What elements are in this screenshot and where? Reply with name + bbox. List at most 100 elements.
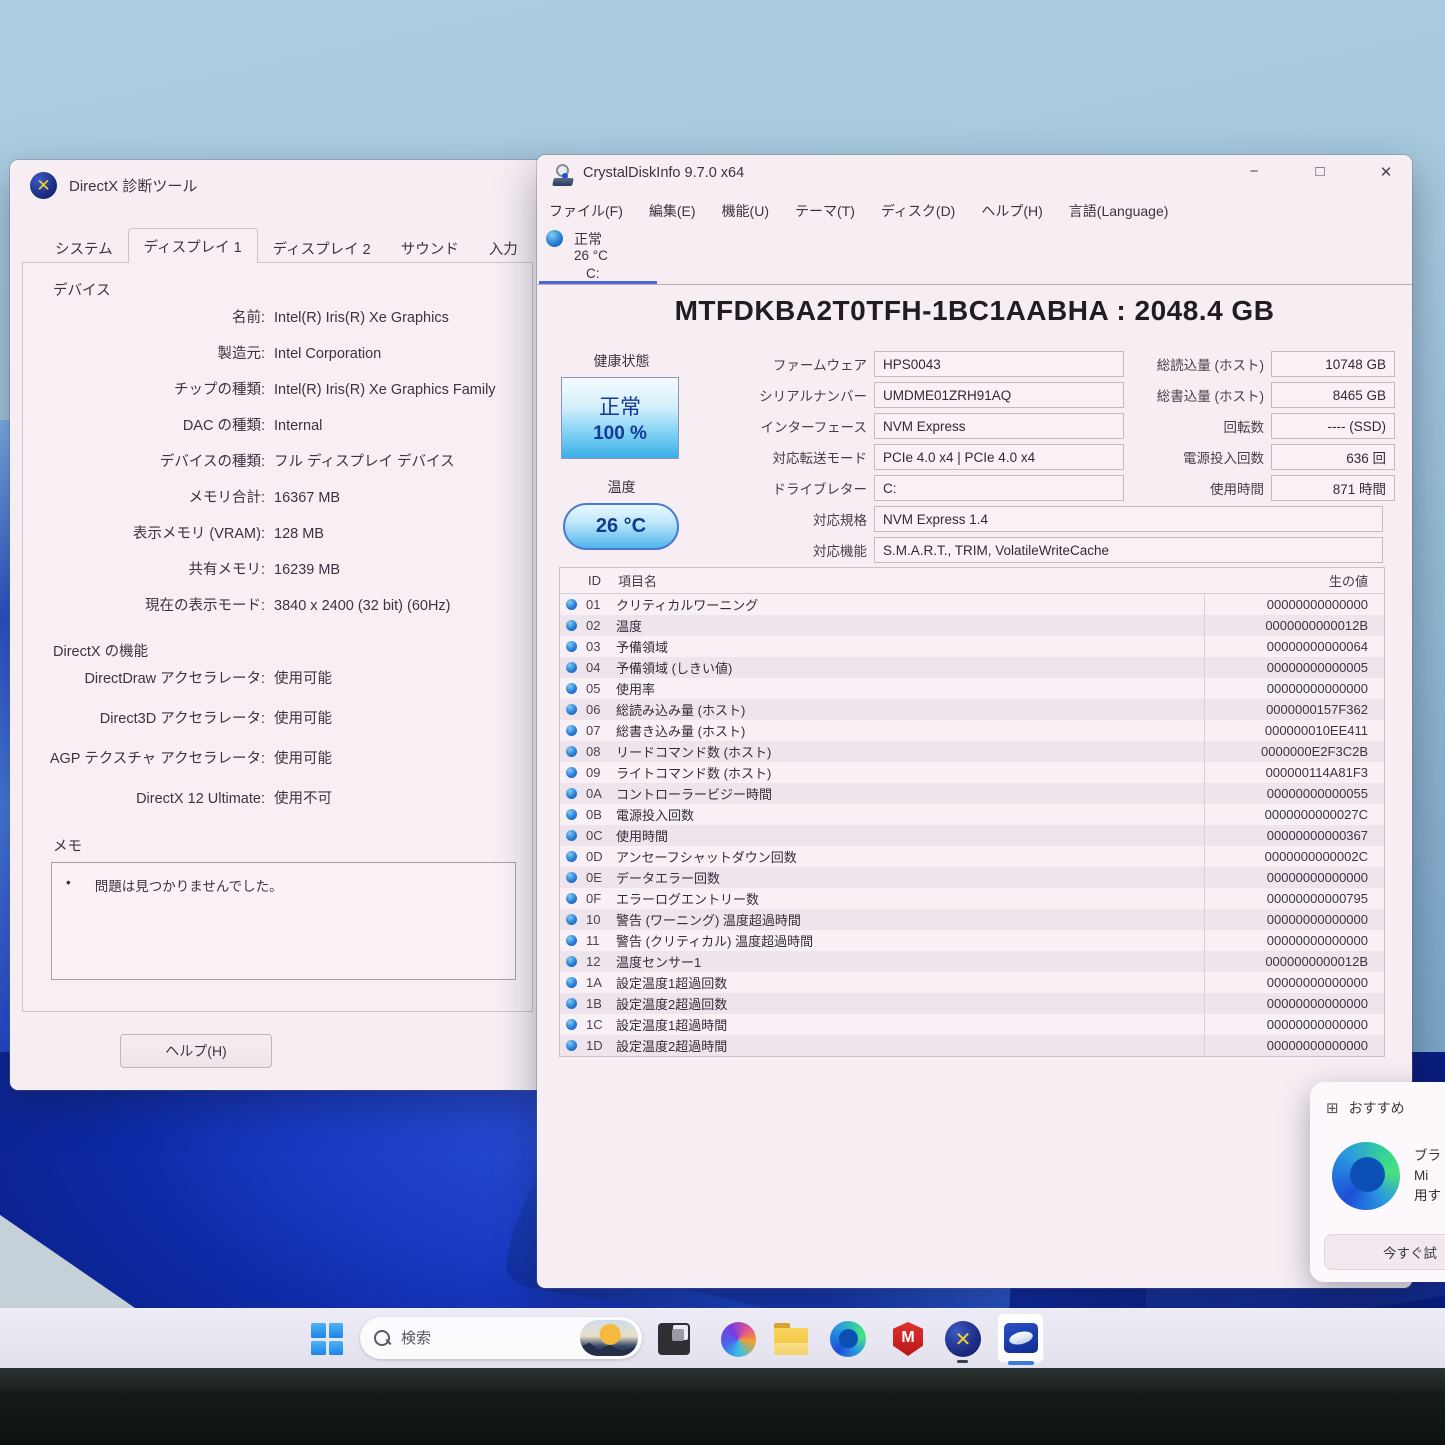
crystaldiskinfo-taskbar-button[interactable] (997, 1313, 1044, 1363)
search-highlight-thumbnail[interactable] (580, 1320, 638, 1356)
disk-model-title: MTFDKBA2T0TFH-1BC1AABHA : 2048.4 GB (537, 295, 1412, 327)
feature-field-row: AGP テクスチャ アクセラレータ: 使用可能 (23, 749, 532, 769)
header-name: 項目名 (618, 571, 1204, 590)
smart-attribute-row: 03 予備領域 00000000000064 (560, 636, 1384, 657)
feature-field-row: DirectDraw アクセラレータ: 使用可能 (23, 669, 532, 689)
device-group-title: デバイス (53, 279, 532, 300)
attribute-status-dot-icon (566, 641, 577, 652)
file-explorer-button[interactable] (772, 1320, 810, 1358)
smart-attribute-row: 02 温度 0000000000012B (560, 615, 1384, 636)
health-status-label: 健康状態 (559, 351, 684, 371)
disk-counter-fields: 総読込量 (ホスト) 10748 GB 総書込量 (ホスト) 8465 GB 回… (1097, 351, 1395, 506)
directx-tab[interactable]: ディスプレイ 1 (128, 228, 258, 263)
taskbar-search-box[interactable] (360, 1317, 642, 1359)
directx-tab[interactable]: サウンド (386, 234, 474, 262)
counter-field-row: 電源投入回数 636 回 (1097, 444, 1395, 470)
feature-field-row: Direct3D アクセラレータ: 使用可能 (23, 709, 532, 729)
notes-group-title: メモ (53, 835, 532, 856)
attribute-status-dot-icon (566, 809, 577, 820)
try-now-button[interactable]: 今すぐ試 (1324, 1234, 1445, 1270)
header-id: ID (588, 573, 618, 588)
flyout-text: ブラ Mi 用す (1414, 1146, 1441, 1206)
edge-icon (830, 1321, 866, 1357)
header-raw-value: 生の値 (1204, 571, 1384, 590)
menu-item[interactable]: 機能(U) (722, 201, 769, 221)
menu-item[interactable]: 言語(Language) (1069, 201, 1169, 221)
smart-attribute-row: 01 クリティカルワーニング 00000000000000 (560, 594, 1384, 615)
note-text: 問題は見つかりませんでした。 (95, 875, 283, 895)
minimize-button[interactable]: − (1242, 163, 1266, 181)
smart-attribute-row: 12 温度センサー1 0000000000012B (560, 951, 1384, 972)
edge-logo-icon (1332, 1142, 1400, 1210)
info-field-row: 対応規格 NVM Express 1.4 (717, 506, 1392, 532)
attribute-status-dot-icon (566, 914, 577, 925)
search-input[interactable] (401, 1330, 551, 1347)
directx-window-title: DirectX 診断ツール (69, 175, 197, 196)
features-field-list: DirectDraw アクセラレータ: 使用可能 Direct3D アクセラレー… (23, 669, 532, 809)
edge-button[interactable] (829, 1320, 867, 1358)
window-controls: − □ ✕ (1242, 163, 1398, 181)
directx-tab[interactable]: システム (40, 234, 128, 262)
taskbar: M ✕ (0, 1308, 1445, 1368)
menu-item[interactable]: テーマ(T) (795, 201, 855, 221)
attribute-status-dot-icon (566, 1040, 577, 1051)
device-field-row: チップの種類: Intel(R) Iris(R) Xe Graphics Fam… (23, 380, 532, 400)
bullet-icon: • (66, 875, 71, 895)
menu-item[interactable]: 編集(E) (649, 201, 696, 221)
menu-item[interactable]: ディスク(D) (881, 201, 955, 221)
disk-tab-status[interactable]: 正常 (574, 229, 602, 249)
smart-attribute-row: 0B 電源投入回数 0000000000027C (560, 804, 1384, 825)
smart-attributes-table: ID 項目名 生の値 01 クリティカルワーニング 00000000000000… (559, 567, 1385, 1057)
crystaldiskinfo-window: CrystalDiskInfo 9.7.0 x64 − □ ✕ ファイル(F)編… (537, 155, 1412, 1288)
flyout-text-line: 用す (1414, 1186, 1441, 1206)
flyout-header: ⊞ おすすめ (1326, 1098, 1405, 1118)
health-status-value: 正常 (599, 391, 641, 421)
help-button[interactable]: ヘルプ(H) (120, 1034, 272, 1068)
smart-table-header: ID 項目名 生の値 (560, 568, 1384, 594)
health-status-box[interactable]: 正常 100 % (561, 377, 679, 459)
disk-selector-bar: 正常 26 °C C: (537, 227, 1412, 285)
directx-tab[interactable]: 入力 (474, 234, 533, 262)
copilot-button[interactable] (719, 1320, 757, 1358)
copilot-icon (721, 1322, 756, 1357)
attribute-status-dot-icon (566, 683, 577, 694)
directx-app-icon: ✕ (30, 172, 57, 199)
attribute-status-dot-icon (566, 1019, 577, 1030)
smart-attribute-row: 06 総読み込み量 (ホスト) 0000000157F362 (560, 699, 1384, 720)
task-view-button[interactable] (655, 1320, 693, 1358)
laptop-bezel: hp (0, 1368, 1445, 1445)
recommendation-flyout: ⊞ おすすめ ブラ Mi 用す 今すぐ試 (1310, 1082, 1445, 1282)
directx-taskbar-button[interactable]: ✕ (944, 1320, 982, 1358)
smart-attribute-row: 10 警告 (ワーニング) 温度超過時間 00000000000000 (560, 909, 1384, 930)
attribute-status-dot-icon (566, 662, 577, 673)
windows-logo-icon (311, 1323, 343, 1355)
device-field-row: メモリ合計: 16367 MB (23, 488, 532, 508)
device-field-row: 現在の表示モード: 3840 x 2400 (32 bit) (60Hz) (23, 596, 532, 616)
smart-attribute-row: 0F エラーログエントリー数 00000000000795 (560, 888, 1384, 909)
device-field-row: DAC の種類: Internal (23, 416, 532, 436)
smart-attribute-row: 08 リードコマンド数 (ホスト) 0000000E2F3C2B (560, 741, 1384, 762)
cdi-menubar: ファイル(F) 編集(E) 機能(U) テーマ(T) ディスク(D) ヘルプ(H) 言語(L… (549, 195, 1168, 227)
directx-diagnostic-window: ✕ DirectX 診断ツール システムディスプレイ 1ディスプレイ 2サウンド… (10, 160, 545, 1090)
attribute-status-dot-icon (566, 956, 577, 967)
menu-item[interactable]: ヘルプ(H) (981, 201, 1042, 221)
device-field-list: 名前: Intel(R) Iris(R) Xe Graphics 製造元: In… (23, 308, 532, 616)
smart-rows: 01 クリティカルワーニング 00000000000000 02 温度 0000… (560, 594, 1384, 1056)
directx-tab[interactable]: ディスプレイ 2 (258, 234, 386, 262)
device-field-row: 名前: Intel(R) Iris(R) Xe Graphics (23, 308, 532, 328)
directx-icon: ✕ (945, 1321, 981, 1357)
search-icon (374, 1330, 391, 1347)
smart-attribute-row: 1C 設定温度1超過時間 00000000000000 (560, 1014, 1384, 1035)
crystaldiskinfo-icon (1004, 1323, 1038, 1353)
maximize-button[interactable]: □ (1308, 163, 1332, 181)
attribute-status-dot-icon (566, 704, 577, 715)
attribute-status-dot-icon (566, 935, 577, 946)
attribute-status-dot-icon (566, 851, 577, 862)
mcafee-button[interactable]: M (889, 1320, 927, 1358)
smart-attribute-row: 1A 設定温度1超過回数 00000000000000 (560, 972, 1384, 993)
start-button[interactable] (308, 1320, 346, 1358)
attribute-status-dot-icon (566, 620, 577, 631)
attribute-status-dot-icon (566, 893, 577, 904)
menu-item[interactable]: ファイル(F) (549, 201, 623, 221)
close-button[interactable]: ✕ (1374, 163, 1398, 181)
